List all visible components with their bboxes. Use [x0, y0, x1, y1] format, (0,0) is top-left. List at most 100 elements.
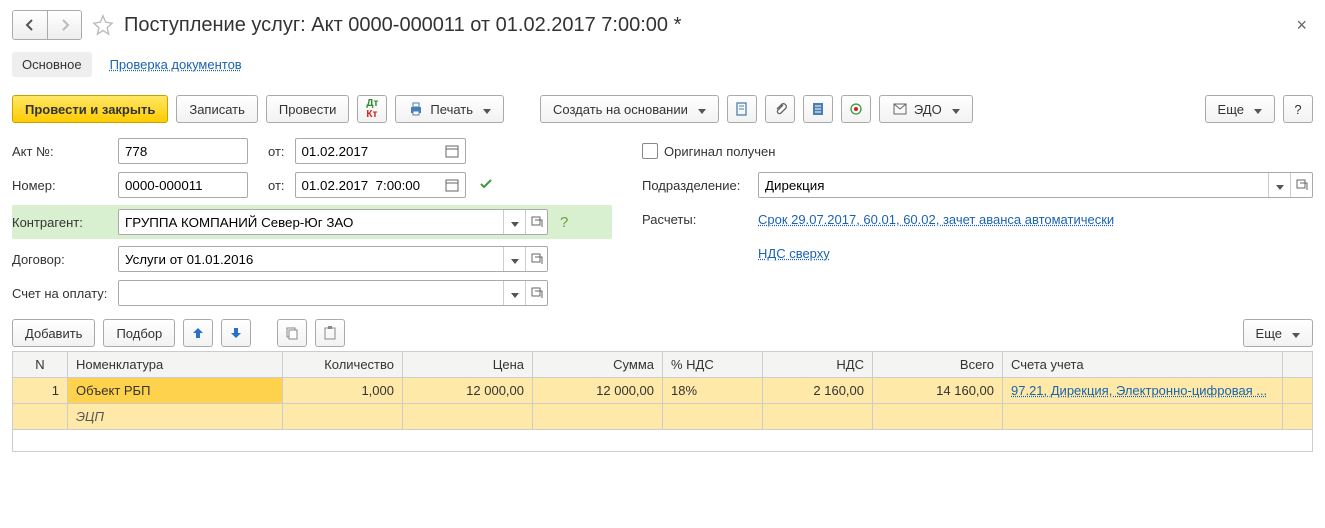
- cell-qty[interactable]: 1,000: [283, 378, 403, 404]
- original-received-label: Оригинал получен: [664, 144, 775, 159]
- open-icon: [1294, 177, 1310, 193]
- dogovor-open-button[interactable]: [525, 247, 547, 271]
- more-label: Еще: [1218, 102, 1244, 117]
- akt-no-label: Акт №:: [12, 144, 112, 159]
- col-vat[interactable]: НДС: [763, 352, 873, 378]
- caret-down-icon: [1254, 102, 1262, 117]
- table-row[interactable]: 1 Объект РБП 1,000 12 000,00 12 000,00 1…: [13, 378, 1313, 404]
- cell-total[interactable]: 14 160,00: [873, 378, 1003, 404]
- akt-no-input[interactable]: [118, 138, 248, 164]
- original-received-checkbox[interactable]: [642, 143, 658, 159]
- cell-accounts[interactable]: 97.21, Дирекция, Электронно-цифровая ...: [1003, 378, 1283, 404]
- favorite-star-icon[interactable]: [92, 14, 114, 36]
- tab-check-documents[interactable]: Проверка документов: [110, 57, 242, 72]
- document-icon: [734, 101, 750, 117]
- podrazd-open-button[interactable]: [1290, 173, 1312, 197]
- nav-forward-button[interactable]: [47, 11, 81, 39]
- edo-label: ЭДО: [914, 102, 942, 117]
- table-row-sub[interactable]: ЭЦП: [13, 404, 1313, 430]
- caret-down-icon: [511, 215, 519, 230]
- cell-price[interactable]: 12 000,00: [403, 378, 533, 404]
- kontragent-input[interactable]: [119, 210, 503, 234]
- schet-label: Счет на оплату:: [12, 286, 112, 301]
- col-sum[interactable]: Сумма: [533, 352, 663, 378]
- schet-open-button[interactable]: [525, 281, 547, 305]
- podrazd-dropdown-button[interactable]: [1268, 173, 1290, 197]
- paperclip-icon: [772, 101, 788, 117]
- dogovor-dropdown-button[interactable]: [503, 247, 525, 271]
- arrow-right-icon: [57, 17, 73, 33]
- col-price[interactable]: Цена: [403, 352, 533, 378]
- podrazd-input[interactable]: [759, 173, 1268, 197]
- move-down-button[interactable]: [221, 319, 251, 347]
- col-qty[interactable]: Количество: [283, 352, 403, 378]
- schet-select[interactable]: [118, 280, 548, 306]
- check-icon[interactable]: [478, 176, 494, 195]
- nds-link[interactable]: НДС сверху: [758, 246, 830, 261]
- caret-down-icon: [1276, 178, 1284, 193]
- arrow-down-icon: [228, 325, 244, 341]
- akt-date-calendar-button[interactable]: [440, 138, 466, 164]
- open-icon: [529, 251, 545, 267]
- close-button[interactable]: ×: [1290, 15, 1313, 36]
- add-row-button[interactable]: Добавить: [12, 319, 95, 347]
- edo-button[interactable]: ЭДО: [879, 95, 973, 123]
- move-up-button[interactable]: [183, 319, 213, 347]
- cell-sum[interactable]: 12 000,00: [533, 378, 663, 404]
- cell-vat-pct[interactable]: 18%: [663, 378, 763, 404]
- accounts-link[interactable]: 97.21, Дирекция, Электронно-цифровая ...: [1011, 383, 1267, 398]
- attach-button[interactable]: [765, 95, 795, 123]
- cell-nomen-sub[interactable]: ЭЦП: [68, 404, 283, 430]
- dtkt-button[interactable]: ДтКт: [357, 95, 387, 123]
- raschety-link[interactable]: Срок 29.07.2017, 60.01, 60.02, зачет ава…: [758, 212, 1114, 227]
- open-icon: [529, 214, 545, 230]
- col-nomen[interactable]: Номенклатура: [68, 352, 283, 378]
- dogovor-select[interactable]: [118, 246, 548, 272]
- copy-button[interactable]: [277, 319, 307, 347]
- caret-down-icon: [698, 102, 706, 117]
- table-row-empty: [13, 430, 1313, 452]
- kontragent-help-icon[interactable]: ?: [560, 214, 568, 231]
- kontragent-select[interactable]: [118, 209, 548, 235]
- col-total[interactable]: Всего: [873, 352, 1003, 378]
- post-button[interactable]: Провести: [266, 95, 350, 123]
- toolbar-icon-4[interactable]: [841, 95, 871, 123]
- cell-n[interactable]: 1: [13, 378, 68, 404]
- schet-input[interactable]: [119, 281, 503, 305]
- number-date-calendar-button[interactable]: [440, 172, 466, 198]
- toolbar-icon-1[interactable]: [727, 95, 757, 123]
- arrow-left-icon: [22, 17, 38, 33]
- save-button[interactable]: Записать: [176, 95, 258, 123]
- kontragent-dropdown-button[interactable]: [503, 210, 525, 234]
- col-n[interactable]: N: [13, 352, 68, 378]
- toolbar-icon-3[interactable]: [803, 95, 833, 123]
- nav-back-button[interactable]: [13, 11, 47, 39]
- number-datetime-input[interactable]: [295, 172, 440, 198]
- pick-button[interactable]: Подбор: [103, 319, 175, 347]
- arrow-up-icon: [190, 325, 206, 341]
- number-input[interactable]: [118, 172, 248, 198]
- create-based-label: Создать на основании: [553, 102, 688, 117]
- create-based-on-button[interactable]: Создать на основании: [540, 95, 719, 123]
- table-more-button[interactable]: Еще: [1243, 319, 1313, 347]
- dogovor-input[interactable]: [119, 247, 503, 271]
- print-button[interactable]: Печать: [395, 95, 504, 123]
- tab-main[interactable]: Основное: [12, 52, 92, 77]
- schet-dropdown-button[interactable]: [503, 281, 525, 305]
- post-and-close-button[interactable]: Провести и закрыть: [12, 95, 168, 123]
- kontragent-open-button[interactable]: [525, 210, 547, 234]
- akt-date-input[interactable]: [295, 138, 440, 164]
- paste-button[interactable]: [315, 319, 345, 347]
- more-button[interactable]: Еще: [1205, 95, 1275, 123]
- col-accounts[interactable]: Счета учета: [1003, 352, 1283, 378]
- col-vat-pct[interactable]: % НДС: [663, 352, 763, 378]
- edo-icon: [892, 101, 908, 117]
- printer-icon: [408, 101, 424, 117]
- cell-vat[interactable]: 2 160,00: [763, 378, 873, 404]
- help-button[interactable]: ?: [1283, 95, 1313, 123]
- podrazd-select[interactable]: [758, 172, 1313, 198]
- cell-nomen[interactable]: Объект РБП: [68, 378, 283, 404]
- copy-icon: [284, 325, 300, 341]
- print-label: Печать: [430, 102, 473, 117]
- caret-down-icon: [483, 102, 491, 117]
